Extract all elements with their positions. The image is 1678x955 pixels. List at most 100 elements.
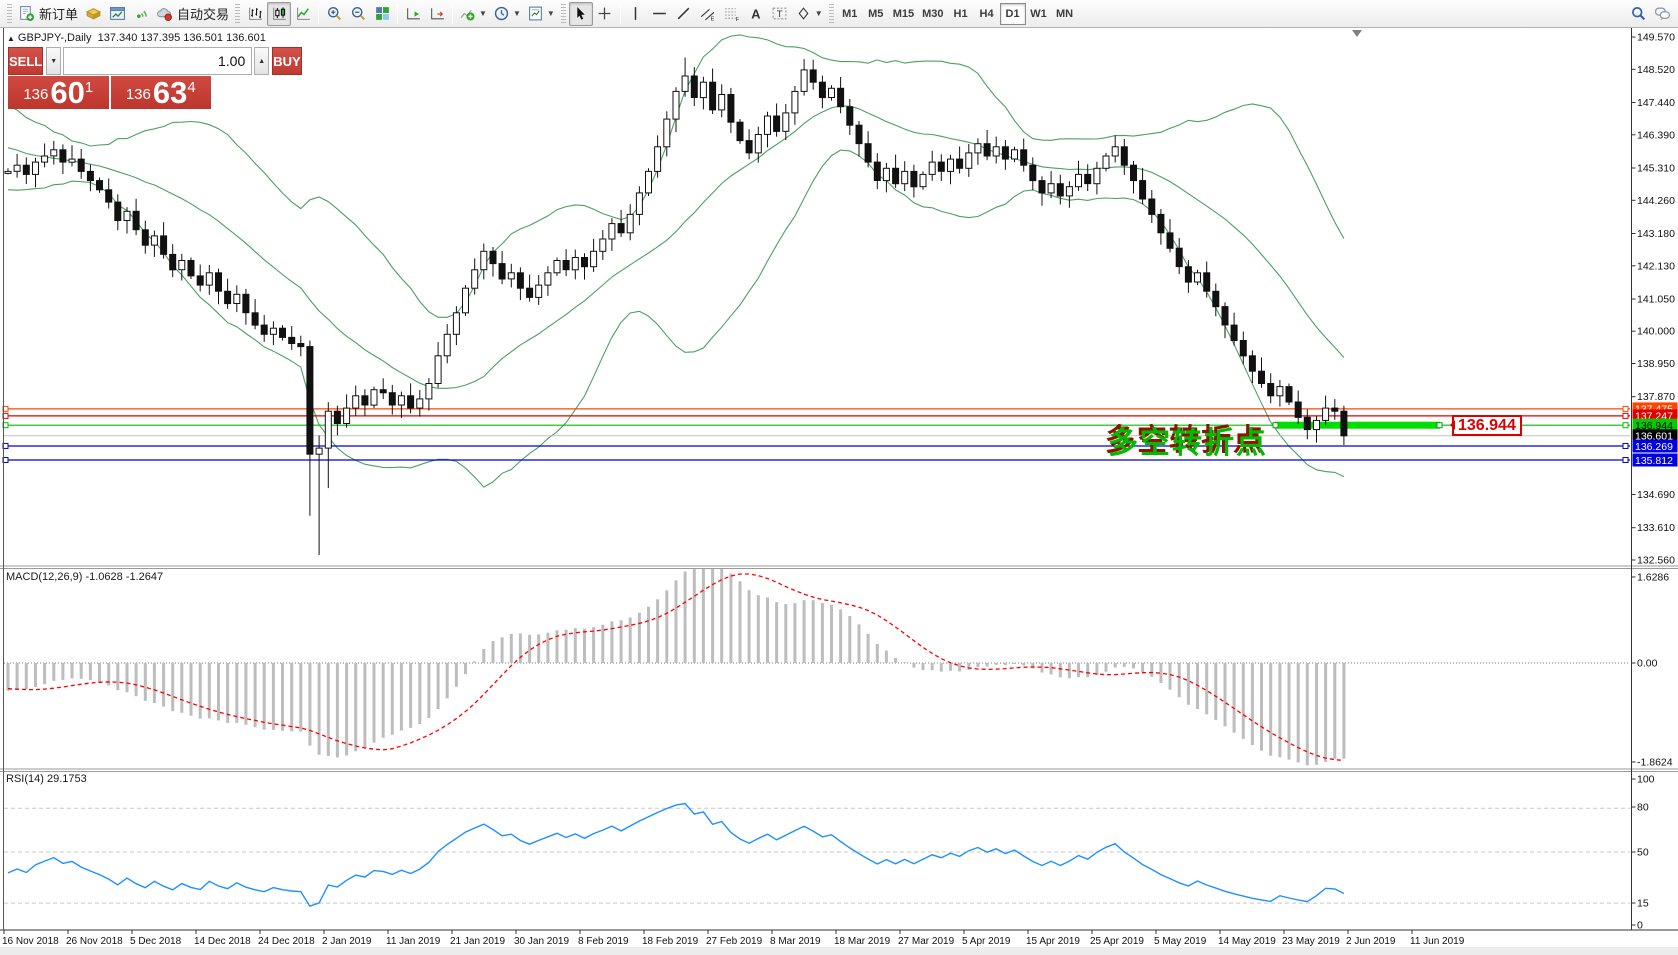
candle-body xyxy=(188,261,194,276)
symbol-period-label: GBPJPY-,Daily xyxy=(18,32,92,44)
macd-tick-label: -1.8624 xyxy=(1637,757,1673,769)
line-handle[interactable] xyxy=(1437,423,1442,428)
candle-body xyxy=(270,328,276,334)
signals-button[interactable] xyxy=(129,2,153,26)
candle-body xyxy=(1323,408,1329,420)
period-icon xyxy=(493,5,510,22)
candle-body xyxy=(435,356,441,384)
sell-price[interactable]: 136 60 1 xyxy=(8,76,109,109)
candle-body xyxy=(298,344,304,347)
candle-body xyxy=(225,291,231,303)
price-tick-label: 142.130 xyxy=(1637,260,1675,272)
candle-body xyxy=(353,396,359,408)
turning-point-annotation[interactable]: 多空转折点 xyxy=(1108,418,1268,462)
volume-decrease-icon[interactable]: ▼ xyxy=(46,47,61,75)
line-handle[interactable] xyxy=(1273,423,1278,428)
timeframe-m1-button[interactable]: M1 xyxy=(837,3,863,25)
price-tick-label: 132.560 xyxy=(1637,555,1675,567)
collapse-icon[interactable]: ▲ xyxy=(7,34,15,43)
chart-canvas[interactable]: 149.570148.520147.440146.390145.310144.2… xyxy=(0,0,1678,955)
line-handle[interactable] xyxy=(1623,413,1628,418)
toolbar-grip[interactable] xyxy=(561,4,566,24)
tile-windows-button[interactable] xyxy=(370,2,394,26)
hline-icon xyxy=(651,5,668,22)
chart-shift-icon xyxy=(429,5,446,22)
templates-button[interactable]: ▼ xyxy=(524,2,558,26)
shapes-button[interactable]: ▼ xyxy=(792,2,826,26)
candle-body xyxy=(975,144,981,153)
rsi-tick-label: 50 xyxy=(1637,847,1649,859)
candlestick-chart-button[interactable] xyxy=(267,2,291,26)
candle-body xyxy=(481,251,487,269)
horizontal-line-button[interactable] xyxy=(648,2,672,26)
date-tick-label: 18 Feb 2019 xyxy=(642,936,699,947)
fibonacci-button[interactable]: F xyxy=(720,2,744,26)
line-handle[interactable] xyxy=(1623,458,1628,463)
timeframe-mn-button[interactable]: MN xyxy=(1052,3,1078,25)
line-handle[interactable] xyxy=(1623,443,1628,448)
crosshair-button[interactable] xyxy=(593,2,617,26)
timeframe-d1-button[interactable]: D1 xyxy=(1000,3,1026,25)
candle-body xyxy=(170,254,176,269)
cursor-button[interactable] xyxy=(569,2,593,26)
toolbar-separator xyxy=(620,4,621,24)
date-tick-label: 14 May 2019 xyxy=(1218,936,1276,947)
trade-history-button[interactable] xyxy=(81,2,105,26)
candle-body xyxy=(1222,307,1228,325)
timeframe-h1-button[interactable]: H1 xyxy=(948,3,974,25)
zoom-in-button[interactable] xyxy=(322,2,346,26)
timeframe-m5-button[interactable]: M5 xyxy=(863,3,889,25)
sell-button[interactable]: SELL xyxy=(8,47,43,75)
zoom-out-button[interactable] xyxy=(346,2,370,26)
search-button[interactable] xyxy=(1626,2,1650,26)
candle-body xyxy=(1249,356,1255,371)
periods-button[interactable]: ▼ xyxy=(490,2,524,26)
line-handle[interactable] xyxy=(1623,423,1628,428)
line-handle[interactable] xyxy=(1623,406,1628,411)
shapes-icon xyxy=(795,5,812,22)
candle-body xyxy=(252,313,258,325)
date-tick-label: 30 Jan 2019 xyxy=(514,936,569,947)
candle-body xyxy=(847,107,853,125)
buy-button[interactable]: BUY xyxy=(272,47,301,75)
vertical-line-button[interactable] xyxy=(624,2,648,26)
timeframe-w1-button[interactable]: W1 xyxy=(1026,3,1052,25)
new-order-button[interactable]: 新订单 xyxy=(15,2,81,26)
candle-body xyxy=(1103,156,1109,168)
toolbar-grip[interactable] xyxy=(235,4,240,24)
chevron-down-icon: ▼ xyxy=(547,9,555,18)
date-tick-label: 15 Apr 2019 xyxy=(1026,936,1080,947)
indicators-icon xyxy=(459,5,476,22)
candle-body xyxy=(691,76,697,98)
candle-body xyxy=(554,261,560,273)
timeframe-m30-button[interactable]: M30 xyxy=(918,3,947,25)
timeframe-h4-button[interactable]: H4 xyxy=(974,3,1000,25)
turning-point-highlight-segment[interactable] xyxy=(1275,422,1440,429)
text-button[interactable]: A xyxy=(744,2,768,26)
buy-price[interactable]: 136 63 4 xyxy=(111,76,212,109)
text-label-button[interactable]: T xyxy=(768,2,792,26)
auto-trading-button[interactable]: 自动交易 xyxy=(153,2,232,26)
candle-body xyxy=(124,211,130,220)
volume-increase-icon[interactable]: ▲ xyxy=(254,47,269,75)
volume-input[interactable] xyxy=(63,47,252,75)
toolbar-grip[interactable] xyxy=(829,4,834,24)
timeframe-m15-button[interactable]: M15 xyxy=(889,3,918,25)
line-chart-button[interactable] xyxy=(291,2,315,26)
indicators-button[interactable]: ▼ xyxy=(456,2,490,26)
candles-icon xyxy=(271,5,288,22)
candle-body xyxy=(1140,181,1146,199)
chart-shift-button[interactable] xyxy=(425,2,449,26)
equidistant-channel-button[interactable]: E xyxy=(696,2,720,26)
toolbar-grip[interactable] xyxy=(7,4,12,24)
candle-body xyxy=(792,91,798,113)
candle-body xyxy=(1268,384,1274,396)
toolbar-separator xyxy=(452,4,453,24)
bar-chart-button[interactable] xyxy=(243,2,267,26)
new-chart-button[interactable] xyxy=(105,2,129,26)
price-callout[interactable]: 136.944 xyxy=(1452,415,1522,436)
chat-button[interactable] xyxy=(1650,2,1674,26)
trendline-button[interactable] xyxy=(672,2,696,26)
candle-body xyxy=(380,390,386,393)
auto-scroll-button[interactable] xyxy=(401,2,425,26)
